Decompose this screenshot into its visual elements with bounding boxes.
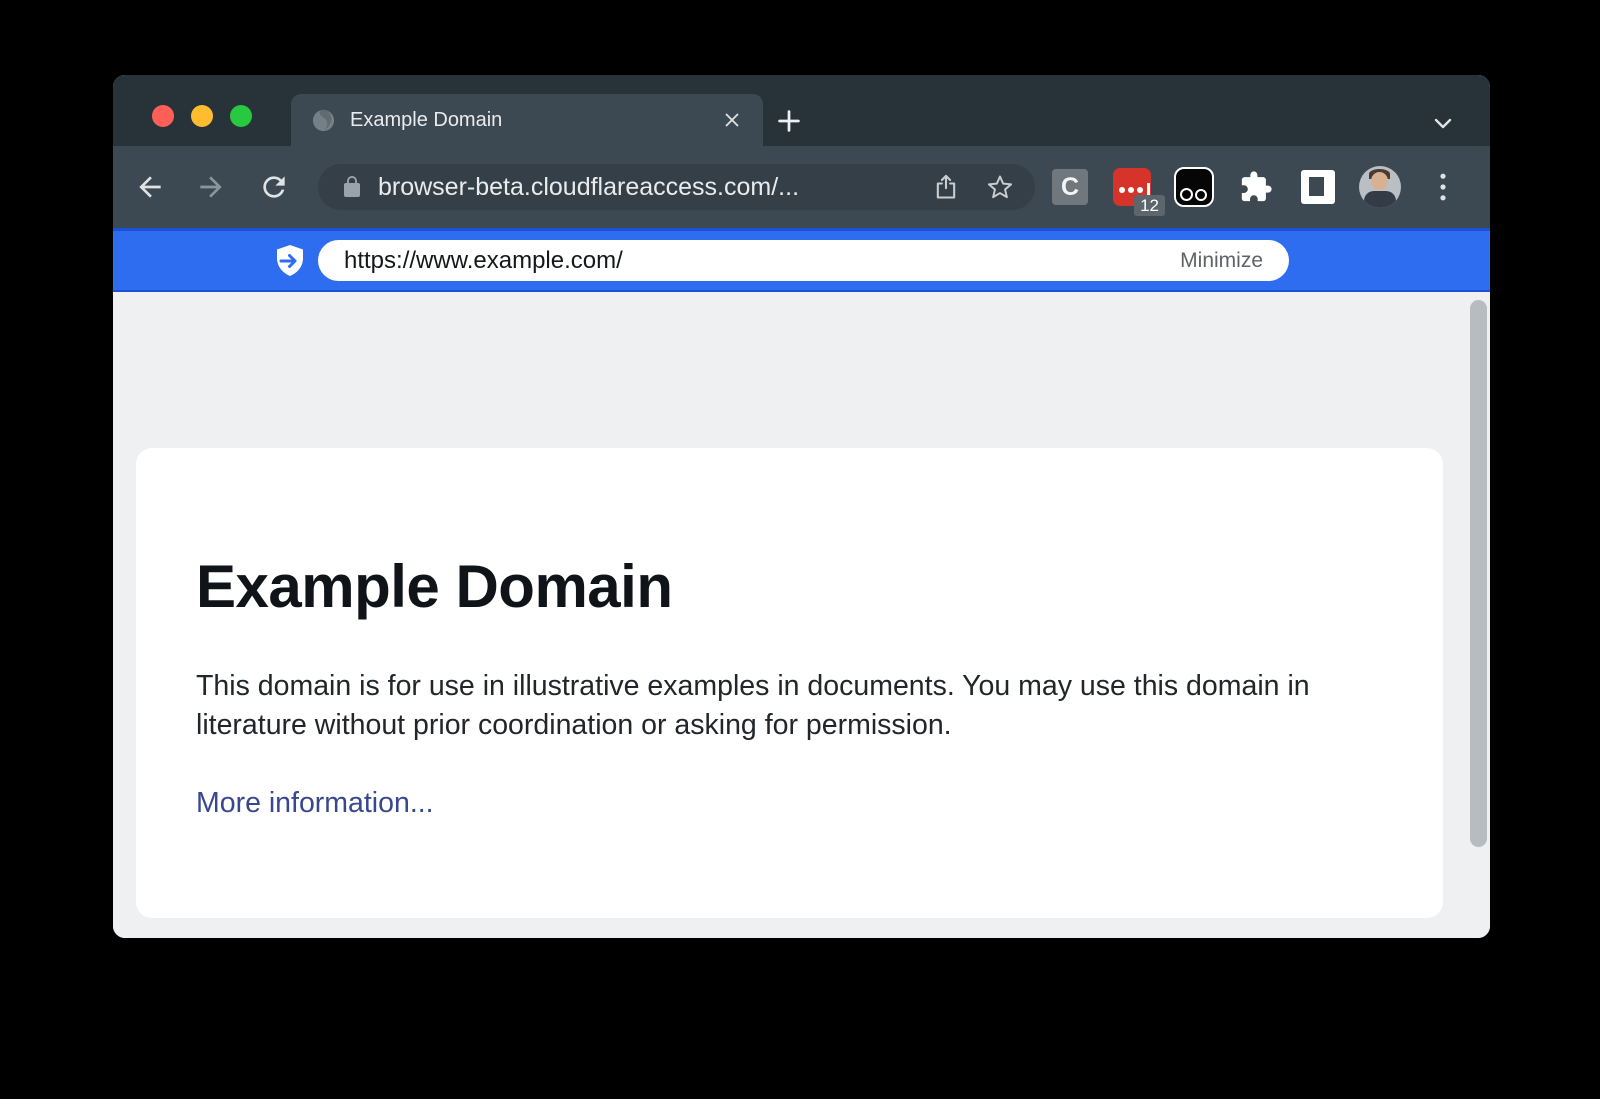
minimize-window-button[interactable] (191, 105, 213, 127)
tab-strip: Example Domain (113, 75, 1490, 146)
more-information-link[interactable]: More information... (196, 787, 434, 819)
remote-url-value: https://www.example.com/ (344, 247, 1180, 275)
minimize-banner-button[interactable]: Minimize (1180, 249, 1263, 273)
new-tab-button[interactable] (774, 106, 804, 136)
extensions-puzzle-icon[interactable] (1236, 167, 1276, 207)
remote-url-input[interactable]: https://www.example.com/ Minimize (318, 240, 1289, 281)
side-panel-inner (1309, 177, 1324, 196)
browser-menu-icon[interactable] (1428, 167, 1458, 207)
binoculars-extension-icon[interactable] (1174, 167, 1214, 207)
side-panel-icon[interactable] (1301, 170, 1335, 204)
browser-window: Example Domain (113, 75, 1490, 938)
traffic-lights (152, 105, 252, 127)
avatar-body (1364, 191, 1396, 208)
example-domain-card: Example Domain This domain is for use in… (136, 448, 1443, 918)
address-bar-url: browser-beta.cloudflareaccess.com/... (378, 173, 907, 202)
reload-button[interactable] (254, 167, 294, 207)
left-lens-icon (1180, 188, 1193, 201)
profile-avatar[interactable] (1359, 166, 1401, 208)
lock-icon (340, 175, 364, 199)
share-icon[interactable] (931, 172, 961, 202)
extension-c-label: C (1061, 173, 1079, 202)
page-title: Example Domain (196, 552, 1383, 621)
scrollbar-thumb[interactable] (1470, 300, 1487, 847)
remote-browser-banner: https://www.example.com/ Minimize (113, 228, 1490, 292)
shield-arrow-icon (274, 244, 306, 278)
right-lens-icon (1195, 189, 1207, 201)
toolbar: browser-beta.cloudflareaccess.com/... C … (113, 146, 1490, 228)
page-paragraph: This domain is for use in illustrative e… (196, 667, 1356, 745)
page-viewport: Example Domain This domain is for use in… (113, 292, 1490, 938)
tab-close-icon[interactable] (717, 105, 747, 135)
tab-title: Example Domain (350, 109, 717, 132)
avatar-face (1371, 172, 1388, 190)
tab-search-chevron-icon[interactable] (1430, 110, 1456, 136)
bookmark-star-icon[interactable] (985, 172, 1015, 202)
lastpass-extension-icon[interactable]: 12 (1113, 168, 1151, 206)
address-bar[interactable]: browser-beta.cloudflareaccess.com/... (318, 164, 1035, 210)
globe-favicon-icon (311, 108, 336, 133)
fullscreen-window-button[interactable] (230, 105, 252, 127)
back-button[interactable] (130, 167, 170, 207)
extension-c-icon[interactable]: C (1052, 169, 1088, 205)
forward-button[interactable] (191, 167, 231, 207)
close-window-button[interactable] (152, 105, 174, 127)
extension-badge-count: 12 (1134, 195, 1165, 216)
screenshot-canvas: Example Domain (0, 0, 1600, 1099)
tab-example-domain[interactable]: Example Domain (291, 94, 763, 146)
